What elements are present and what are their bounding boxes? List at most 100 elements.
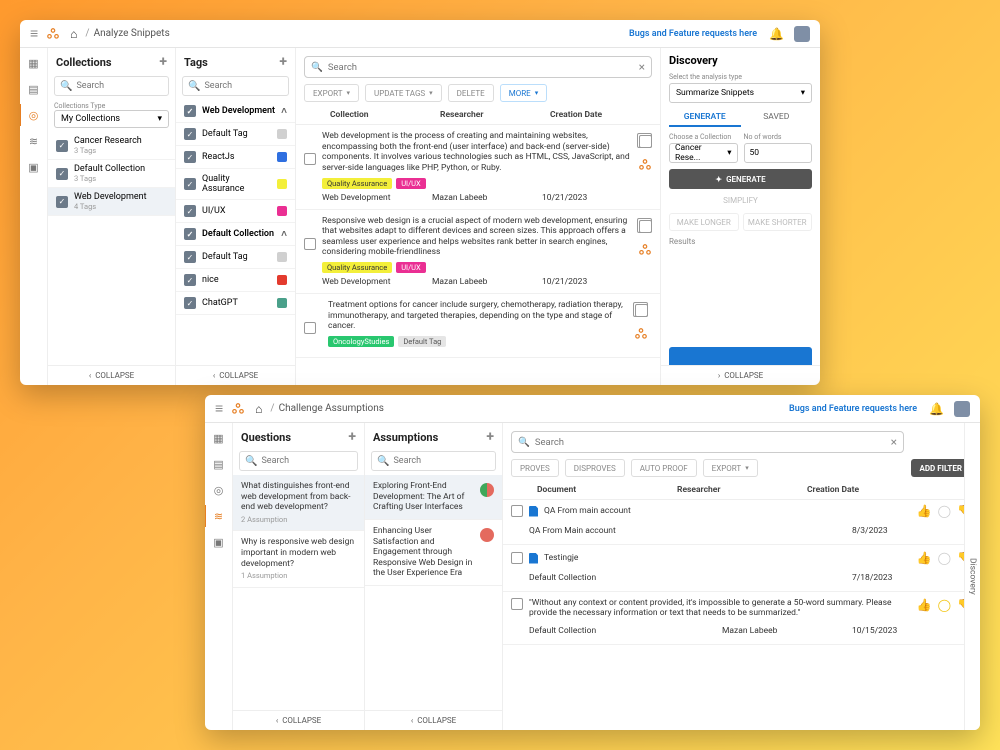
checkbox-icon[interactable]: ✓ <box>184 228 196 240</box>
hamburger-icon[interactable]: ≡ <box>30 25 38 42</box>
nav-analyze-icon[interactable]: ◎ <box>27 108 41 122</box>
collection-item[interactable]: ✓Web Development4 Tags <box>48 188 175 216</box>
checkbox-icon[interactable]: ✓ <box>184 128 196 140</box>
nav-compare-icon[interactable]: ≋ <box>27 134 41 148</box>
app-logo-icon[interactable] <box>634 327 648 341</box>
tag-item[interactable]: ✓ChatGPT <box>176 292 295 315</box>
tag-chip[interactable]: Default Tag <box>398 336 446 347</box>
checkbox-icon[interactable]: ✓ <box>56 196 68 208</box>
neutral-icon[interactable]: ◯ <box>938 551 951 565</box>
checkbox-icon[interactable]: ✓ <box>184 178 196 190</box>
nav-library-icon[interactable]: ▣ <box>212 535 226 549</box>
clear-icon[interactable]: × <box>639 60 645 74</box>
tag-item[interactable]: ✓ReactJs <box>176 146 295 169</box>
avatar[interactable] <box>954 401 970 417</box>
checkbox-icon[interactable]: ✓ <box>184 151 196 163</box>
auto-proof-button[interactable]: AUTO PROOF <box>631 459 697 477</box>
app-logo-icon[interactable] <box>638 243 652 257</box>
checkbox-icon[interactable]: ✓ <box>184 205 196 217</box>
thumbs-up-icon[interactable]: 👍 <box>917 551 932 565</box>
add-tag-button[interactable]: + <box>279 54 287 70</box>
checkbox-icon[interactable]: ✓ <box>184 297 196 309</box>
collapse-questions[interactable]: ‹COLLAPSE <box>233 710 364 730</box>
row-checkbox[interactable] <box>511 598 523 610</box>
tag-chip[interactable]: OncologyStudies <box>328 336 394 347</box>
main-search[interactable]: 🔍× <box>511 431 904 453</box>
copy-icon[interactable] <box>639 220 652 233</box>
bell-icon[interactable]: 🔔 <box>929 402 944 416</box>
assumptions-search[interactable]: 🔍× <box>371 451 496 471</box>
export-button[interactable]: EXPORT▾ <box>304 84 359 102</box>
proves-button[interactable]: PROVES <box>511 459 559 477</box>
export-button[interactable]: EXPORT▾ <box>703 459 758 477</box>
neutral-icon[interactable]: ◯ <box>938 598 951 612</box>
avatar[interactable] <box>794 26 810 42</box>
add-question-button[interactable]: + <box>348 429 356 445</box>
collections-search[interactable]: 🔍× <box>54 76 169 96</box>
chevron-up-icon[interactable]: ˄ <box>281 229 287 240</box>
snippet-row[interactable]: Responsive web design is a crucial aspec… <box>296 210 660 295</box>
nav-library-icon[interactable]: ▣ <box>27 160 41 174</box>
snippet-row[interactable]: Web development is the process of creati… <box>296 125 660 210</box>
nav-challenge-icon[interactable]: ≋ <box>212 509 226 523</box>
tag-group[interactable]: ✓Web Development˄ <box>176 100 295 123</box>
tag-item[interactable]: ✓nice <box>176 269 295 292</box>
add-filter-button[interactable]: ADD FILTER <box>911 459 970 477</box>
add-collection-button[interactable]: + <box>159 54 167 70</box>
checkbox-icon[interactable]: ✓ <box>56 140 68 152</box>
analysis-type-select[interactable]: Summarize Snippets▾ <box>669 83 812 103</box>
add-assumption-button[interactable]: + <box>486 429 494 445</box>
document-row[interactable]: QA From main account👍◯👎 QA From Main acc… <box>503 500 980 545</box>
tag-item[interactable]: ✓Default Tag <box>176 246 295 269</box>
questions-search[interactable]: 🔍× <box>239 451 358 471</box>
document-row[interactable]: Testingje👍◯👎 Default Collection7/18/2023 <box>503 547 980 592</box>
app-logo-icon[interactable] <box>231 402 245 416</box>
tag-chip[interactable]: Quality Assurance <box>322 178 392 189</box>
question-item[interactable]: Why is responsive web design important i… <box>233 531 364 587</box>
tag-group[interactable]: ✓Default Collection˄ <box>176 223 295 246</box>
assumption-item[interactable]: Enhancing User Satisfaction and Engageme… <box>365 520 502 586</box>
disproves-button[interactable]: DISPROVES <box>565 459 625 477</box>
make-shorter-button[interactable]: MAKE SHORTER <box>743 213 813 231</box>
thumbs-up-icon[interactable]: 👍 <box>917 504 932 518</box>
more-button[interactable]: MORE▾ <box>500 84 547 102</box>
bell-icon[interactable]: 🔔 <box>769 27 784 41</box>
generate-button[interactable]: ✦GENERATE <box>669 169 812 189</box>
collapse-tags[interactable]: ‹COLLAPSE <box>176 365 295 385</box>
words-input[interactable]: 50 <box>744 143 813 163</box>
checkbox-icon[interactable]: ✓ <box>56 168 68 180</box>
collections-type-select[interactable]: My Collections▾ <box>54 110 169 128</box>
checkbox-icon[interactable]: ✓ <box>184 274 196 286</box>
tag-item[interactable]: ✓Default Tag <box>176 123 295 146</box>
delete-button[interactable]: DELETE <box>448 84 494 102</box>
home-icon[interactable]: ⌂ <box>255 402 262 416</box>
document-row[interactable]: "Without any context or content provided… <box>503 594 980 645</box>
tag-chip[interactable]: UI/UX <box>396 262 426 273</box>
row-checkbox[interactable] <box>304 322 316 334</box>
tab-generate[interactable]: GENERATE <box>669 109 741 127</box>
chevron-up-icon[interactable]: ˄ <box>281 106 287 117</box>
feedback-link[interactable]: Bugs and Feature requests here <box>789 404 917 414</box>
app-logo-icon[interactable] <box>638 158 652 172</box>
collection-item[interactable]: ✓Cancer Research3 Tags <box>48 132 175 160</box>
row-checkbox[interactable] <box>511 552 523 564</box>
make-longer-button[interactable]: MAKE LONGER <box>669 213 739 231</box>
checkbox-icon[interactable]: ✓ <box>184 251 196 263</box>
nav-analyze-icon[interactable]: ◎ <box>212 483 226 497</box>
tab-saved[interactable]: SAVED <box>741 109 813 127</box>
nav-grid-icon[interactable]: ▤ <box>212 457 226 471</box>
tag-item[interactable]: ✓UI/UX <box>176 200 295 223</box>
breadcrumb[interactable]: Analyze Snippets <box>94 28 170 39</box>
tag-item[interactable]: ✓Quality Assurance <box>176 169 295 200</box>
tags-search[interactable]: 🔍× <box>182 76 289 96</box>
tag-chip[interactable]: Quality Assurance <box>322 262 392 273</box>
save-bar[interactable] <box>669 347 812 365</box>
nav-collections-icon[interactable]: ▦ <box>27 56 41 70</box>
neutral-icon[interactable]: ◯ <box>938 504 951 518</box>
main-search[interactable]: 🔍× <box>304 56 652 78</box>
clear-icon[interactable]: × <box>891 435 897 449</box>
copy-icon[interactable] <box>635 304 648 317</box>
snippet-row[interactable]: Treatment options for cancer include sur… <box>296 294 660 358</box>
nav-grid-icon[interactable]: ▤ <box>27 82 41 96</box>
collapse-discovery[interactable]: ›COLLAPSE <box>661 365 820 385</box>
